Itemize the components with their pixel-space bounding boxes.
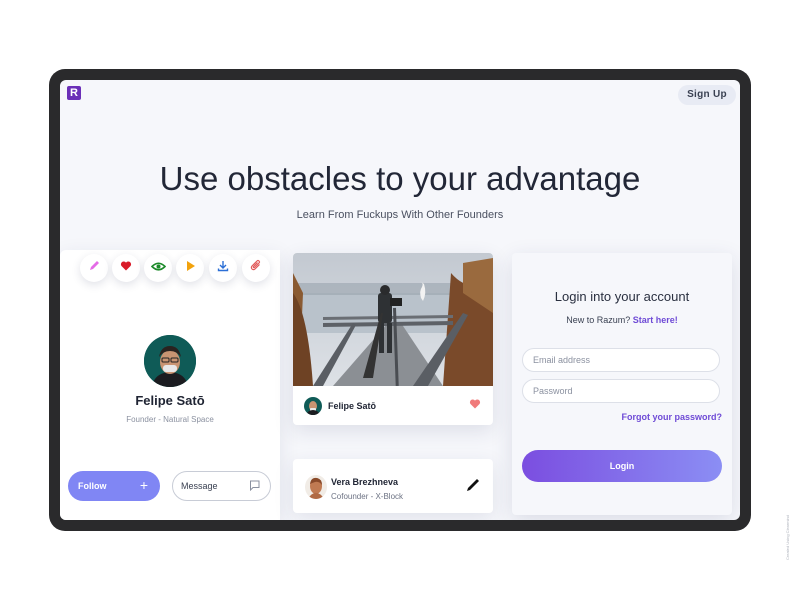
- brand-logo[interactable]: R: [67, 86, 81, 100]
- photo-card[interactable]: Felipe Satō: [293, 253, 493, 425]
- login-button[interactable]: Login: [522, 450, 722, 482]
- download-button[interactable]: [209, 254, 237, 282]
- profile-card: Felipe Satō Founder - Natural Space Foll…: [60, 250, 280, 520]
- contact-avatar: [305, 475, 327, 499]
- profile-name: Felipe Satō: [135, 393, 205, 408]
- pencil-icon: [88, 259, 101, 277]
- message-button[interactable]: Message: [172, 471, 271, 501]
- chat-bubble-icon: [249, 480, 260, 493]
- heart-icon: [120, 259, 132, 277]
- signup-prompt-text: New to Razum?: [566, 315, 631, 325]
- avatar: [144, 335, 196, 387]
- login-title: Login into your account: [554, 289, 690, 304]
- signup-prompt: New to Razum? Start here!: [512, 315, 732, 325]
- message-label: Message: [181, 481, 218, 491]
- download-icon: [217, 259, 229, 277]
- like-photo-button[interactable]: [469, 397, 481, 415]
- contact-name: Vera Brezhneva: [331, 477, 399, 487]
- view-button[interactable]: [144, 254, 172, 282]
- pen-icon: [465, 479, 481, 497]
- password-field[interactable]: [522, 379, 720, 403]
- contact-card[interactable]: Vera Brezhneva Cofounder - X-Block: [293, 459, 493, 513]
- hero-subtitle: Learn From Fuckups With Other Founders: [296, 209, 504, 221]
- follow-label: Follow: [78, 481, 107, 491]
- email-field[interactable]: [522, 348, 720, 372]
- start-here-link[interactable]: Start here!: [633, 315, 678, 325]
- sign-up-button[interactable]: Sign Up: [678, 85, 736, 105]
- pencil-button[interactable]: [80, 254, 108, 282]
- lake-photo: [293, 253, 493, 386]
- eye-icon: [150, 259, 166, 277]
- follow-button[interactable]: Follow +: [68, 471, 160, 501]
- author-avatar: [304, 397, 322, 415]
- like-button[interactable]: [112, 254, 140, 282]
- credit-text: Created Using Clearmind: [785, 515, 790, 560]
- attach-button[interactable]: [242, 254, 270, 282]
- contact-role: Cofounder - X-Block: [331, 492, 404, 501]
- plus-icon: +: [139, 477, 148, 493]
- app-screen: R Sign Up Use obstacles to your advantag…: [60, 80, 740, 520]
- login-card: Login into your account New to Razum? St…: [512, 253, 732, 515]
- paperclip-icon: [250, 259, 262, 277]
- forgot-password-link[interactable]: Forgot your password?: [621, 412, 722, 422]
- profile-role: Founder - Natural Space: [126, 415, 214, 424]
- photo-author-name: Felipe Satō: [328, 401, 377, 411]
- play-icon: [185, 259, 196, 277]
- hero-title: Use obstacles to your advantage: [159, 160, 641, 197]
- play-button[interactable]: [176, 254, 204, 282]
- heart-icon: [469, 397, 481, 414]
- edit-contact-button[interactable]: [465, 477, 481, 498]
